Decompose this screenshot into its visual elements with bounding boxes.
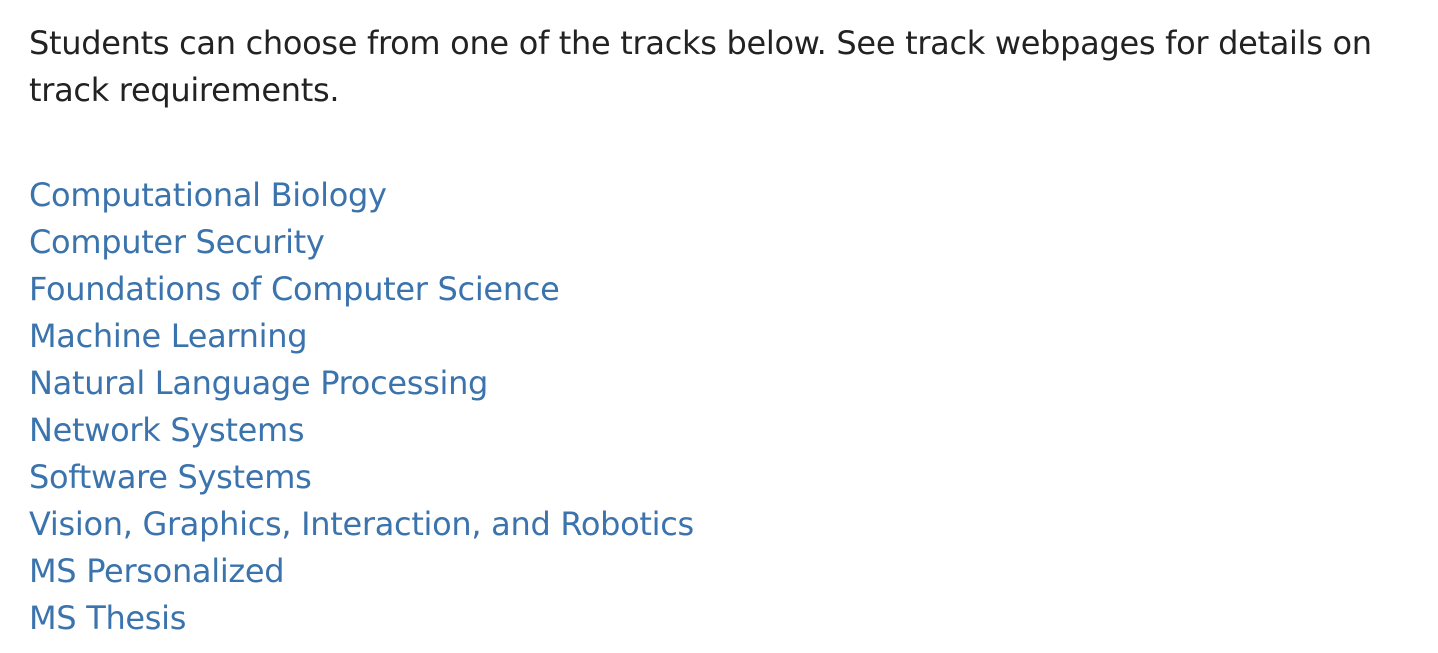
list-item: Computer Security	[29, 219, 1419, 266]
list-item: MS Personalized	[29, 548, 1419, 595]
track-link-natural-language-processing[interactable]: Natural Language Processing	[29, 364, 488, 402]
track-link-ms-thesis[interactable]: MS Thesis	[29, 599, 186, 637]
track-link-software-systems[interactable]: Software Systems	[29, 458, 312, 496]
track-link-machine-learning[interactable]: Machine Learning	[29, 317, 308, 355]
list-item: Vision, Graphics, Interaction, and Robot…	[29, 501, 1419, 548]
main-content: Students can choose from one of the trac…	[29, 20, 1419, 642]
track-list: Computational Biology Computer Security …	[29, 172, 1419, 642]
track-link-foundations-of-computer-science[interactable]: Foundations of Computer Science	[29, 270, 560, 308]
list-item: Computational Biology	[29, 172, 1419, 219]
track-link-computational-biology[interactable]: Computational Biology	[29, 176, 387, 214]
list-item: Software Systems	[29, 454, 1419, 501]
track-link-network-systems[interactable]: Network Systems	[29, 411, 305, 449]
intro-paragraph: Students can choose from one of the trac…	[29, 24, 1372, 109]
track-link-ms-personalized[interactable]: MS Personalized	[29, 552, 285, 590]
track-link-computer-security[interactable]: Computer Security	[29, 223, 325, 261]
list-item: MS Thesis	[29, 595, 1419, 642]
track-link-vision-graphics-interaction-robotics[interactable]: Vision, Graphics, Interaction, and Robot…	[29, 505, 694, 543]
list-item: Foundations of Computer Science	[29, 266, 1419, 313]
list-item: Machine Learning	[29, 313, 1419, 360]
list-item: Natural Language Processing	[29, 360, 1419, 407]
list-item: Network Systems	[29, 407, 1419, 454]
